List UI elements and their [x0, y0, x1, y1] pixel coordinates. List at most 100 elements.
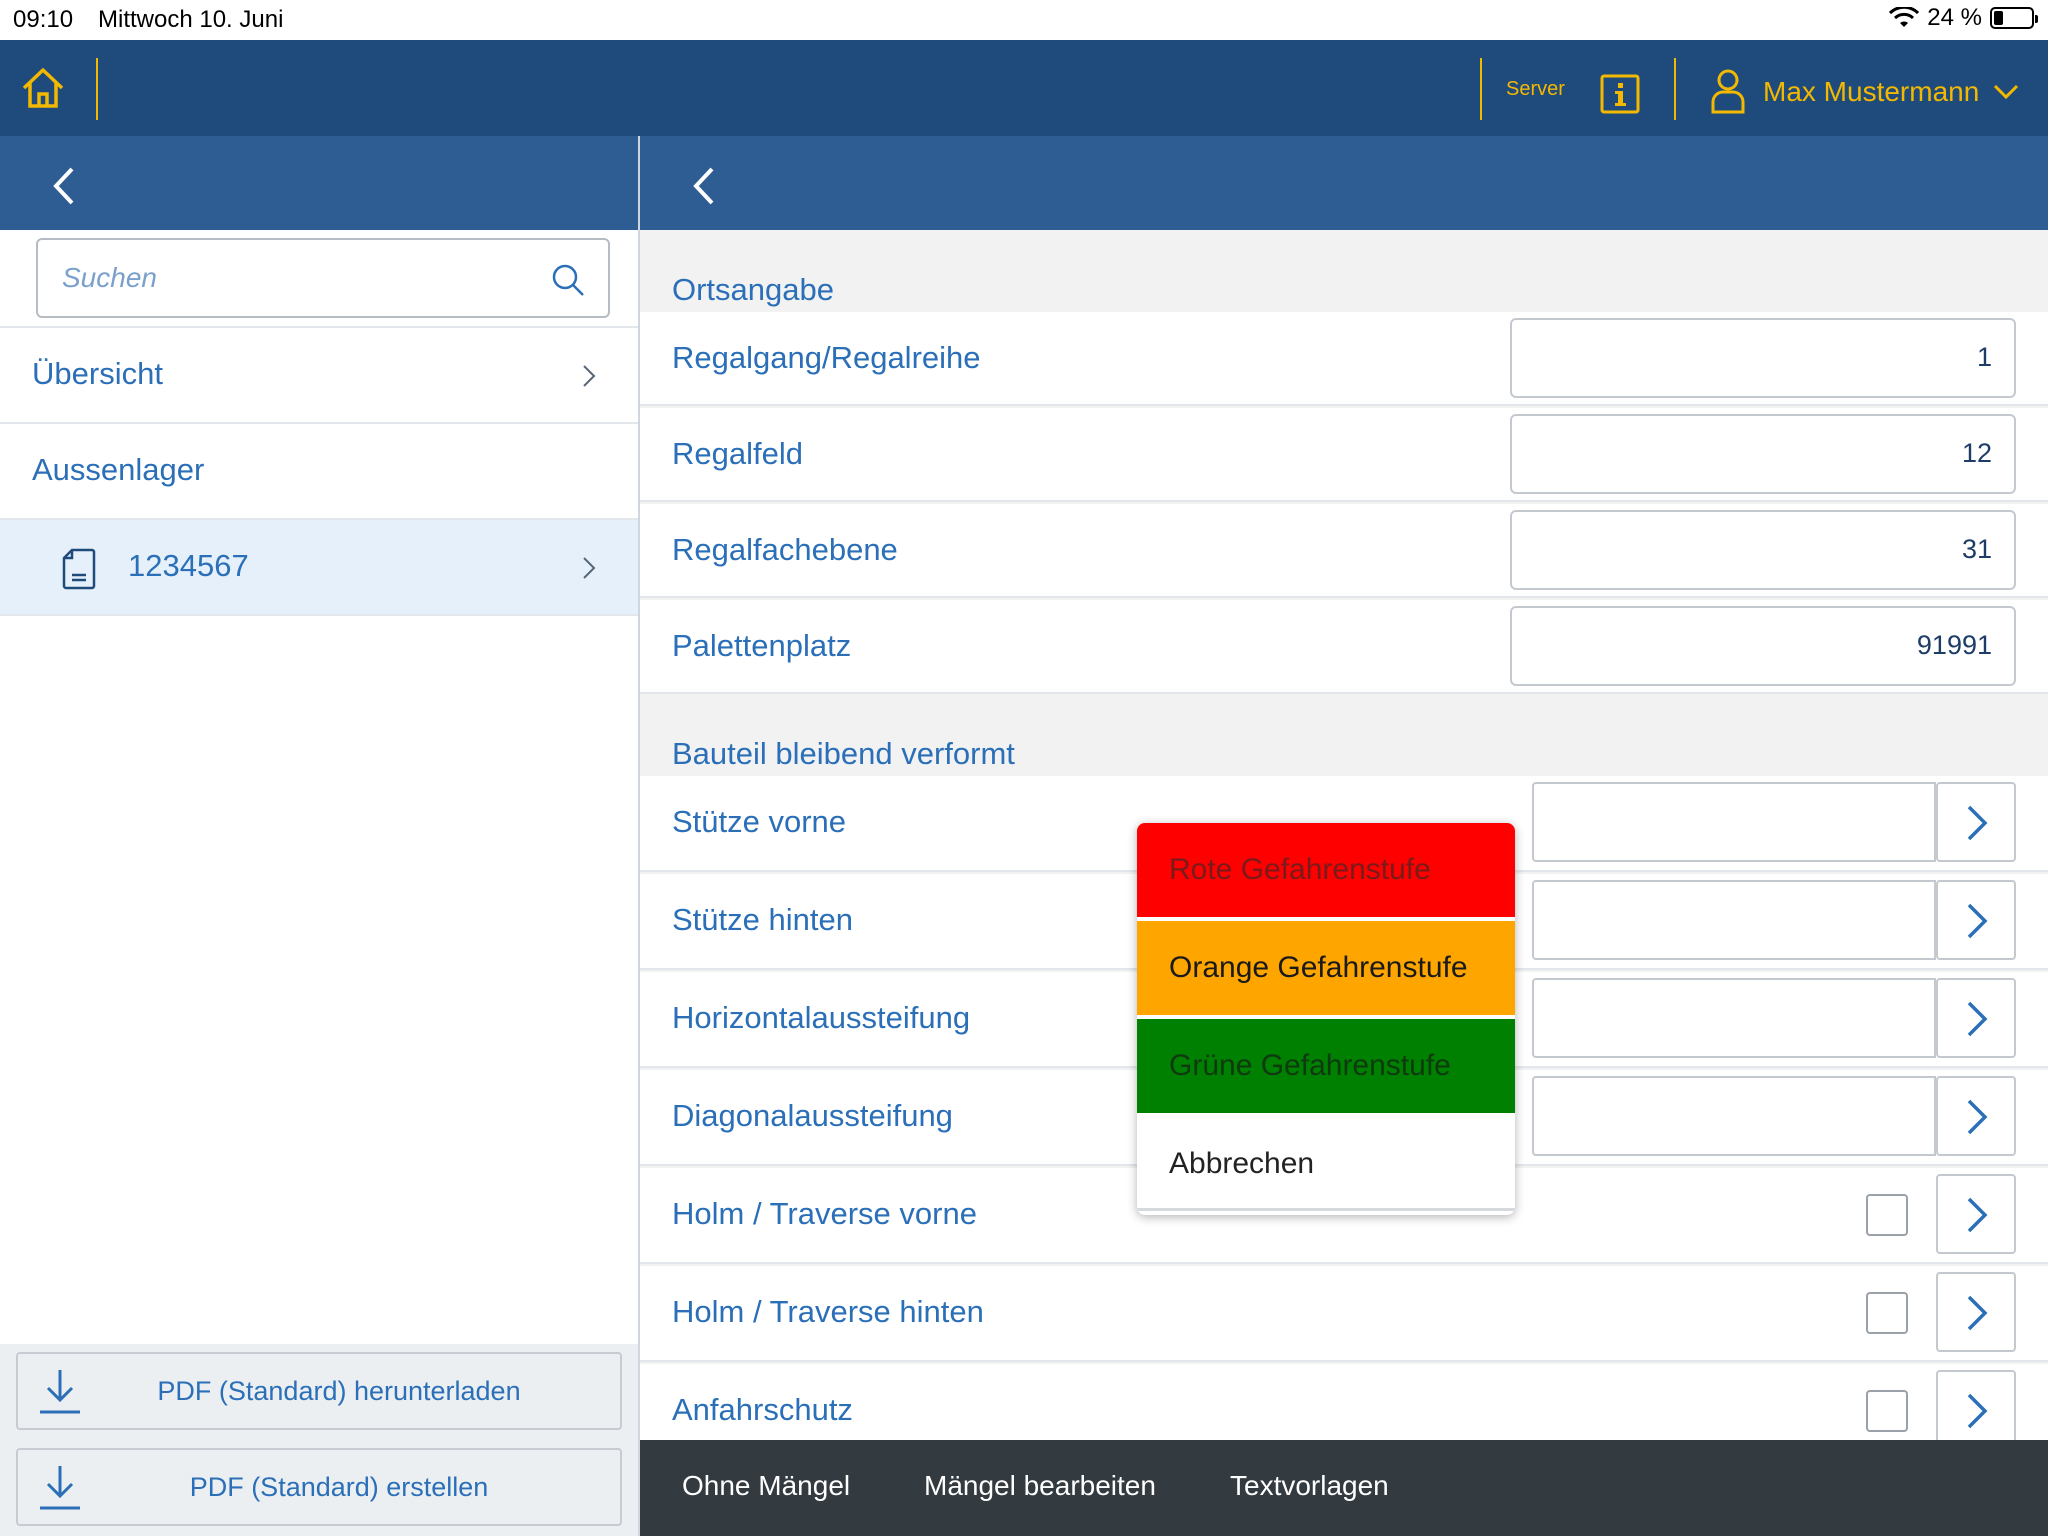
form-row: Regalgang/Regalreihe 1	[640, 312, 2048, 406]
form-row: Anfahrschutz	[640, 1364, 2048, 1440]
sidebar-item-label: Übersicht	[32, 356, 163, 391]
toolbar-textvorlagen[interactable]: Textvorlagen	[1230, 1470, 1389, 1502]
form-row: Palettenplatz 91991	[640, 600, 2048, 694]
holm-vorne-checkbox[interactable]	[1866, 1194, 1908, 1236]
user-name[interactable]: Max Mustermann	[1763, 76, 1979, 108]
row-detail-button[interactable]	[1936, 978, 2016, 1058]
pdf-download-button[interactable]: PDF (Standard) herunterladen	[16, 1352, 622, 1430]
pdf-create-button[interactable]: PDF (Standard) erstellen	[16, 1448, 622, 1526]
chevron-right-icon	[1967, 805, 1988, 841]
option-label: Rote Gefahrenstufe	[1169, 853, 1431, 886]
field-label: Horizontalaussteifung	[672, 1000, 971, 1035]
header-separator	[1480, 58, 1482, 120]
info-icon[interactable]	[1600, 74, 1640, 114]
status-right: 24 %	[1889, 4, 2038, 32]
anfahrschutz-checkbox[interactable]	[1866, 1390, 1908, 1432]
option-orange[interactable]: Orange Gefahrenstufe	[1137, 921, 1515, 1015]
field-label: Regalfachebene	[672, 532, 898, 567]
field-label: Stütze vorne	[672, 804, 847, 839]
field-label: Stütze hinten	[672, 902, 853, 937]
pdf-download-label: PDF (Standard) herunterladen	[157, 1376, 521, 1406]
search-box	[36, 238, 610, 318]
option-label: Abbrechen	[1169, 1147, 1315, 1180]
sidebar-item-aussenlager[interactable]: Aussenlager	[0, 424, 638, 520]
status-bar: 09:10 Mittwoch 10. Juni 24 %	[0, 0, 2048, 40]
regalfachebene-input[interactable]: 31	[1510, 510, 2016, 590]
option-label: Grüne Gefahrenstufe	[1169, 1049, 1451, 1082]
row-detail-button[interactable]	[1936, 1076, 2016, 1156]
document-icon	[62, 548, 96, 590]
chevron-right-icon	[1967, 1099, 1988, 1135]
field-label: Palettenplatz	[672, 628, 852, 663]
status-time: 09:10	[13, 6, 74, 33]
search-input[interactable]	[62, 254, 532, 302]
form-row: Regalfachebene 31	[640, 504, 2048, 598]
horizontalaussteifung-input[interactable]	[1532, 978, 1936, 1058]
sidebar-header	[0, 136, 638, 230]
field-label: Holm / Traverse vorne	[672, 1196, 977, 1231]
toolbar-maengel-bearbeiten[interactable]: Mängel bearbeiten	[924, 1470, 1156, 1502]
form-row: Holm / Traverse hinten	[640, 1266, 2048, 1362]
field-value: 1	[1976, 342, 1992, 372]
chevron-right-icon	[1967, 903, 1988, 939]
row-detail-button[interactable]	[1936, 880, 2016, 960]
app-header: Server Max Mustermann	[0, 40, 2048, 136]
row-detail-button[interactable]	[1936, 1370, 2016, 1440]
back-icon[interactable]	[692, 166, 716, 206]
form-row: Regalfeld 12	[640, 408, 2048, 502]
chevron-down-icon[interactable]	[1993, 84, 2019, 100]
back-icon[interactable]	[52, 166, 76, 206]
bottom-toolbar: Ohne Mängel Mängel bearbeiten Textvorlag…	[640, 1440, 2048, 1536]
field-label: Diagonalaussteifung	[672, 1098, 953, 1133]
sidebar-footer: PDF (Standard) herunterladen PDF (Standa…	[0, 1344, 638, 1536]
field-label: Regalfeld	[672, 436, 803, 471]
detail-header	[640, 136, 2048, 230]
section-title-ortsangabe: Ortsangabe	[672, 272, 834, 307]
pdf-create-label: PDF (Standard) erstellen	[189, 1472, 489, 1502]
chevron-right-icon	[1967, 1001, 1988, 1037]
section-title-bauteil: Bauteil bleibend verformt	[672, 736, 1015, 771]
stuetze-vorne-input[interactable]	[1532, 782, 1936, 862]
wifi-icon	[1889, 7, 1920, 27]
option-gruen[interactable]: Grüne Gefahrenstufe	[1137, 1019, 1515, 1113]
sidebar-item-label: 1234567	[128, 548, 249, 583]
chevron-right-icon	[1967, 1197, 1988, 1233]
search-icon[interactable]	[550, 262, 586, 298]
field-label: Holm / Traverse hinten	[672, 1294, 984, 1329]
severity-popover: Rote Gefahrenstufe Orange Gefahrenstufe …	[1137, 823, 1515, 1215]
row-detail-button[interactable]	[1936, 1174, 2016, 1254]
chevron-right-icon	[583, 557, 596, 579]
option-label: Orange Gefahrenstufe	[1169, 951, 1468, 984]
field-label: Anfahrschutz	[672, 1392, 853, 1427]
field-value: 12	[1961, 438, 1992, 468]
server-button[interactable]: Server	[1506, 78, 1565, 101]
option-rot[interactable]: Rote Gefahrenstufe	[1137, 823, 1515, 917]
header-separator	[96, 58, 98, 120]
regalgang-input[interactable]: 1	[1510, 318, 2016, 398]
row-detail-button[interactable]	[1936, 782, 2016, 862]
option-abbrechen[interactable]: Abbrechen	[1137, 1117, 1515, 1211]
stuetze-hinten-input[interactable]	[1532, 880, 1936, 960]
regalfeld-input[interactable]: 12	[1510, 414, 2016, 494]
palettenplatz-input[interactable]: 91991	[1510, 606, 2016, 686]
status-date: Mittwoch 10. Juni	[98, 6, 284, 33]
home-icon[interactable]	[20, 66, 66, 110]
chevron-right-icon	[1967, 1393, 1988, 1429]
field-label: Regalgang/Regalreihe	[672, 340, 981, 375]
field-value: 31	[1961, 534, 1992, 564]
header-separator	[1674, 58, 1676, 120]
sidebar-item-label: Aussenlager	[32, 452, 205, 487]
battery-percent: 24 %	[1927, 4, 1982, 31]
holm-hinten-checkbox[interactable]	[1866, 1292, 1908, 1334]
field-value: 91991	[1916, 630, 1992, 660]
sidebar-item-document[interactable]: 1234567	[0, 520, 638, 616]
diagonalaussteifung-input[interactable]	[1532, 1076, 1936, 1156]
sidebar-item-uebersicht[interactable]: Übersicht	[0, 328, 638, 424]
battery-icon	[1990, 7, 2038, 29]
chevron-right-icon	[583, 365, 596, 387]
toolbar-ohne-maengel[interactable]: Ohne Mängel	[682, 1470, 850, 1502]
search-bar	[0, 230, 638, 328]
chevron-right-icon	[1967, 1295, 1988, 1331]
user-icon[interactable]	[1710, 68, 1746, 114]
row-detail-button[interactable]	[1936, 1272, 2016, 1352]
